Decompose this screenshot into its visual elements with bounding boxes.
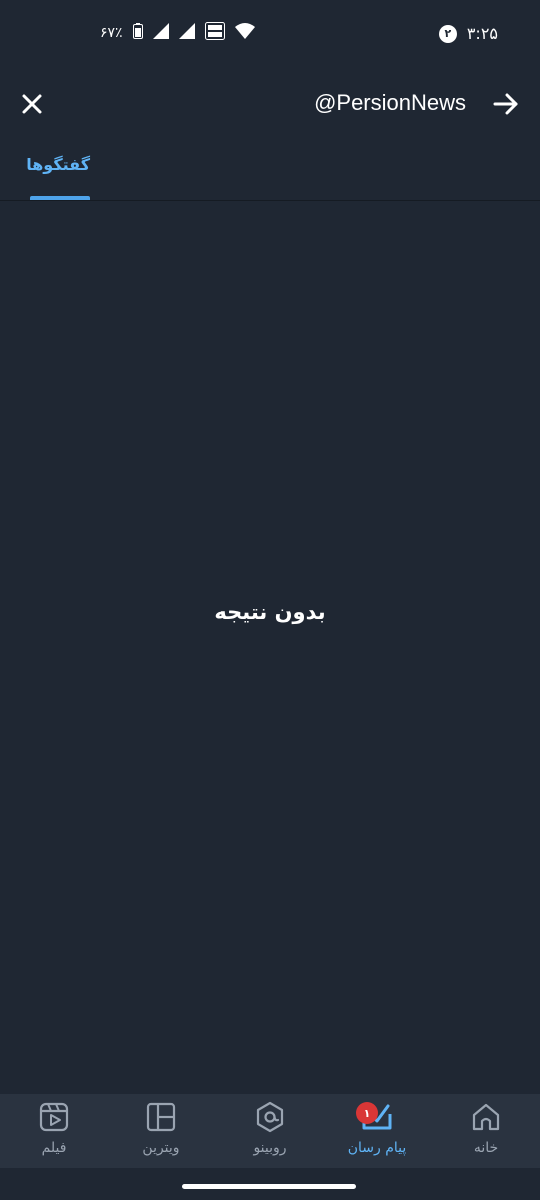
status-bar-time-area: ۲ ۳:۲۵ bbox=[438, 24, 498, 43]
back-button[interactable] bbox=[490, 88, 522, 120]
gesture-bar-area bbox=[0, 1168, 540, 1200]
nav-item-messenger[interactable]: ۱ پیام رسان bbox=[327, 1094, 427, 1168]
search-query-text[interactable]: @PersionNews bbox=[314, 90, 466, 116]
home-indicator[interactable] bbox=[182, 1184, 356, 1189]
tab-label: گفتگوها bbox=[26, 155, 90, 174]
search-header: @PersionNews bbox=[0, 72, 540, 140]
arrow-right-icon bbox=[493, 93, 518, 115]
signal-icon bbox=[152, 23, 169, 43]
status-bar-system-icons: ۶۷٪ bbox=[100, 22, 255, 44]
nav-item-showcase[interactable]: ویترین bbox=[111, 1094, 211, 1168]
wifi-icon bbox=[234, 23, 255, 43]
nav-label-rubino: روبینو bbox=[253, 1140, 287, 1156]
status-bar: ۶۷٪ ۲ ۳:۲۵ bbox=[0, 0, 540, 70]
empty-state-message: بدون نتیجه bbox=[214, 600, 326, 624]
messenger-unread-badge: ۱ bbox=[356, 1102, 378, 1124]
signal-icon bbox=[178, 23, 195, 43]
battery-percentage: ۶۷٪ bbox=[100, 25, 123, 41]
battery-icon bbox=[132, 23, 143, 43]
nav-item-rubino[interactable]: روبینو bbox=[220, 1094, 320, 1168]
rubino-icon bbox=[256, 1101, 284, 1133]
notification-count-badge: ۲ bbox=[438, 24, 457, 43]
active-tab-indicator bbox=[30, 196, 90, 200]
close-button[interactable] bbox=[16, 88, 48, 120]
volte-icon bbox=[204, 22, 225, 44]
film-icon bbox=[39, 1102, 69, 1132]
nav-label-showcase: ویترین bbox=[142, 1140, 180, 1156]
nav-label-messenger: پیام رسان bbox=[347, 1140, 407, 1156]
status-time: ۳:۲۵ bbox=[466, 24, 498, 43]
nav-item-home[interactable]: خانه bbox=[436, 1094, 536, 1168]
nav-label-home: خانه bbox=[473, 1140, 499, 1156]
showcase-icon bbox=[146, 1102, 176, 1132]
nav-item-film[interactable]: فیلم bbox=[4, 1094, 104, 1168]
tab-conversations[interactable]: گفتگوها bbox=[26, 155, 90, 200]
bottom-navigation: خانه ۱ پیام رسان روبینو ویترین فیلم bbox=[0, 1094, 540, 1168]
close-icon bbox=[22, 94, 42, 114]
home-icon bbox=[472, 1103, 500, 1131]
nav-label-film: فیلم bbox=[41, 1140, 67, 1156]
result-tabs: گفتگوها bbox=[0, 140, 540, 201]
